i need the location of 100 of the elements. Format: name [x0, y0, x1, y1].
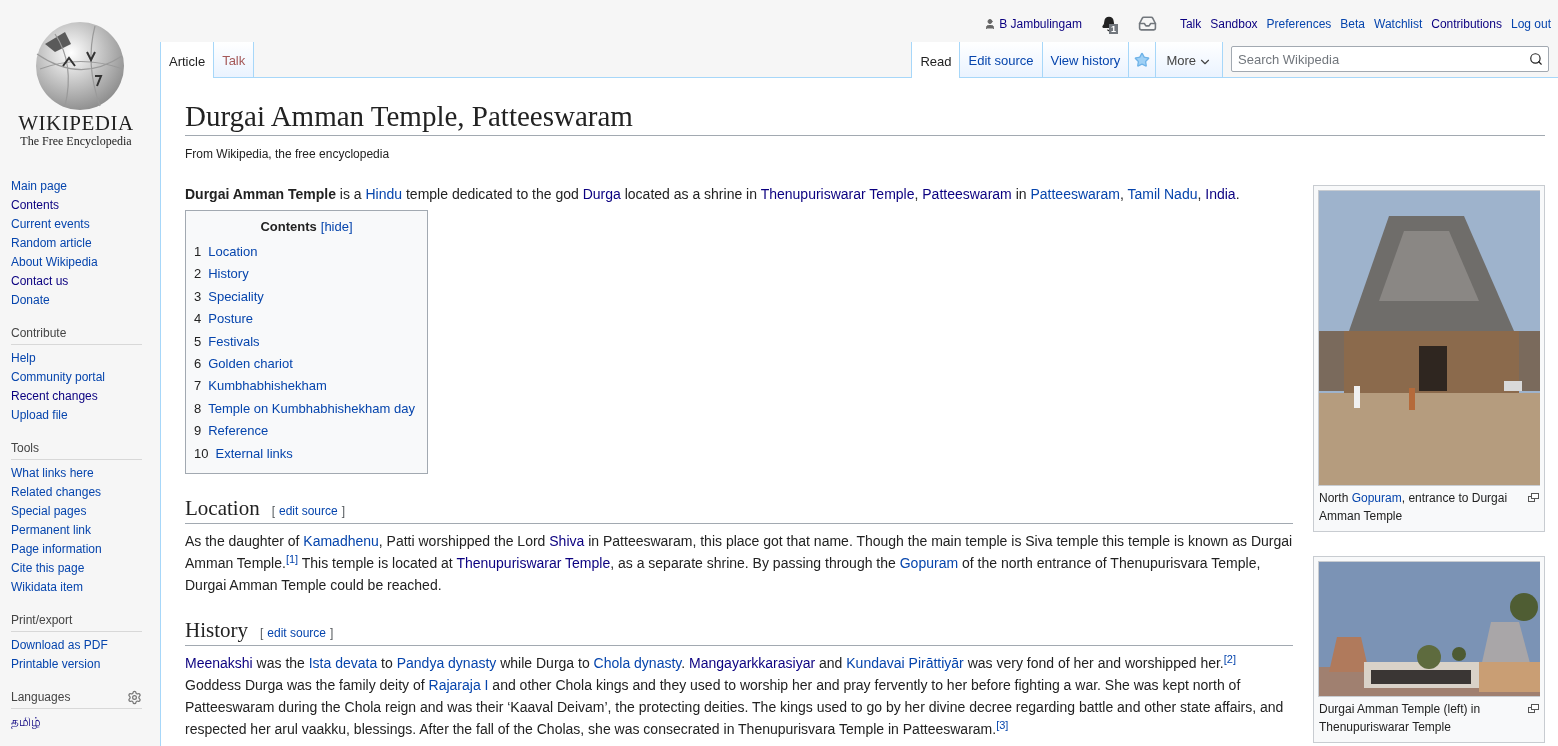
sidebar-link[interactable]: Permanent link — [11, 521, 92, 540]
sidebar-link[interactable]: Wikidata item — [11, 578, 84, 597]
article-link[interactable]: Patteeswaram — [1030, 186, 1120, 202]
toc-link[interactable]: Posture — [208, 308, 254, 331]
personal-link[interactable]: Contributions — [1431, 14, 1502, 33]
toc-number: 8 — [194, 399, 202, 418]
personal-link[interactable]: Sandbox — [1210, 14, 1258, 33]
toc-link[interactable]: Location — [208, 241, 258, 264]
toc-number: 10 — [194, 444, 209, 463]
toc-title: Contents — [260, 218, 317, 236]
footnote-marker[interactable]: [2] — [1223, 652, 1236, 665]
personal-link[interactable]: Log out — [1510, 14, 1551, 33]
toc-link[interactable]: Speciality — [208, 285, 264, 309]
article-link[interactable]: Gopuram — [899, 555, 959, 572]
sidebar-heading: Languages — [11, 689, 71, 706]
toc-number: 7 — [194, 377, 202, 396]
sidebar-heading: Print/export — [11, 612, 73, 629]
intro-paragraph: Durgai Amman Temple is a Hindu temple dedicated to the god Durga located as a shrine in Thenupuriswarar Temple, Patteeswaram in Patteeswaram, Tamil Nadu, India. — [185, 185, 1241, 204]
article-link[interactable]: Rajaraja I — [428, 677, 489, 694]
article-link[interactable]: India — [1205, 186, 1236, 202]
toc-number: 5 — [194, 332, 202, 351]
view-tab[interactable]: Read — [911, 42, 961, 78]
edit-source-link[interactable]: edit source — [279, 500, 338, 523]
page-tab[interactable]: Talk — [214, 42, 255, 78]
footnote-marker[interactable]: [3] — [996, 718, 1009, 731]
toc-link[interactable]: External links — [215, 442, 293, 466]
article-link[interactable]: Mangayarkkarasiyar — [689, 655, 816, 672]
toc-link[interactable]: Reference — [208, 420, 269, 443]
toc-hide-link[interactable]: [hide] — [320, 216, 353, 238]
sidebar-link[interactable]: Random article — [11, 234, 92, 253]
view-tab[interactable]: View history — [1042, 42, 1130, 78]
page-tab[interactable]: Article — [160, 42, 215, 78]
article-title: Durgai Amman Temple, Patteeswaram — [185, 98, 1545, 136]
article-link[interactable]: Kamadhenu — [303, 533, 379, 550]
sidebar-link[interactable]: Current events — [11, 215, 90, 234]
sidebar-link[interactable]: Special pages — [11, 502, 87, 521]
personal-link[interactable]: Talk — [1179, 14, 1202, 33]
wikipedia-wordmark[interactable]: WIKIPEDIA — [18, 112, 134, 134]
thumbnail-caption: Durgai Amman Temple (left) in Thenupuriswarar Temple — [1319, 701, 1482, 736]
sidebar-link[interactable]: Contact us — [11, 272, 69, 291]
toc-link[interactable]: Golden chariot — [208, 353, 293, 376]
sidebar-link[interactable]: Printable version — [11, 655, 101, 674]
inbox-icon[interactable] — [1137, 14, 1157, 33]
more-menu[interactable]: More — [1156, 42, 1223, 78]
article-link[interactable]: Kundavai Pirāttiyār — [846, 655, 964, 672]
article-link[interactable]: Ista devata — [308, 655, 378, 672]
sidebar-link[interactable]: Page information — [11, 540, 102, 559]
sidebar-heading: Tools — [11, 440, 39, 457]
toc-link[interactable]: History — [208, 263, 249, 286]
toc-link[interactable]: Temple on Kumbhabhishekham day — [208, 397, 415, 421]
sidebar-link[interactable]: Main page — [11, 177, 68, 196]
sidebar-link[interactable]: Upload file — [11, 406, 68, 425]
article-link[interactable]: Meenakshi — [185, 655, 253, 672]
toc-link[interactable]: Kumbhabhishekham — [208, 375, 327, 398]
article-link[interactable]: Hindu — [365, 186, 403, 202]
user-link[interactable]: B Jambulingam — [999, 14, 1082, 33]
toc-link[interactable]: Festivals — [208, 330, 260, 354]
bracket: ] — [341, 503, 346, 521]
sidebar-link[interactable]: தமிழ் — [11, 713, 41, 732]
personal-link[interactable]: Beta — [1340, 14, 1365, 33]
article-link[interactable]: Thenupuriswarar Temple — [456, 555, 611, 572]
sidebar-link[interactable]: Community portal — [11, 368, 106, 387]
settings-icon[interactable] — [127, 689, 142, 705]
sidebar-link[interactable]: Cite this page — [11, 559, 85, 578]
sidebar-link[interactable]: What links here — [11, 464, 94, 483]
section-heading: History — [185, 617, 248, 645]
bracket: ] — [330, 625, 334, 643]
view-tab[interactable]: Edit source — [960, 42, 1043, 78]
bracket: [ — [271, 503, 275, 521]
sidebar-link[interactable]: Recent changes — [11, 387, 98, 406]
toc-number: 4 — [194, 310, 202, 329]
sidebar-link[interactable]: Help — [11, 349, 36, 368]
footnote-marker[interactable]: [1] — [285, 552, 299, 565]
sidebar-heading: Contribute — [11, 325, 67, 342]
section-paragraph: As the daughter of Kamadhenu, Patti worshipped the Lord Shiva in Patteeswaram, this place got that name. Though the main temple is Siva temple this temple is known as Durgai Amman Temple.$^{[1]}$ This temple is located at Thenupuriswarar Temple, as a separate shrine. By passing through the Gopuram of the north entrance of Thenupurisvara Temple, Durgai Amman Temple could be reached. — [185, 532, 1293, 596]
personal-link[interactable]: Watchlist — [1374, 14, 1423, 33]
enlarge-icon[interactable] — [1528, 704, 1539, 713]
article-link[interactable]: Gopuram — [1351, 491, 1402, 505]
user-icon — [984, 17, 997, 30]
article-link[interactable]: Durga — [582, 186, 621, 202]
sidebar-link[interactable]: Download as PDF — [11, 636, 108, 655]
sidebar-link[interactable]: Donate — [11, 291, 50, 310]
article-link[interactable]: Patteeswaram — [922, 186, 1012, 202]
article-tagline: From Wikipedia, the free encyclopedia — [185, 146, 391, 163]
toc-number: 9 — [194, 422, 202, 441]
toc-number: 3 — [194, 287, 202, 306]
enlarge-icon[interactable] — [1528, 493, 1539, 502]
search-field[interactable]: Search Wikipedia — [1231, 46, 1549, 72]
watch-star-icon[interactable] — [1134, 52, 1151, 68]
personal-link[interactable]: Preferences — [1266, 14, 1332, 33]
article-link[interactable]: Pandya dynasty — [396, 655, 497, 672]
search-icon[interactable] — [1529, 52, 1543, 66]
edit-source-link[interactable]: edit source — [267, 622, 327, 645]
sidebar-link[interactable]: Related changes — [11, 483, 102, 502]
logo-tagline: The Free Encyclopedia — [20, 134, 132, 148]
sidebar-link[interactable]: About Wikipedia — [11, 253, 98, 272]
toc-number: 2 — [194, 265, 202, 284]
article-link[interactable]: Shiva — [549, 533, 585, 550]
thumbnail-caption: North Gopuram, entrance to Durgai Amman Temple — [1319, 490, 1509, 525]
sidebar-link[interactable]: Contents — [11, 196, 60, 215]
